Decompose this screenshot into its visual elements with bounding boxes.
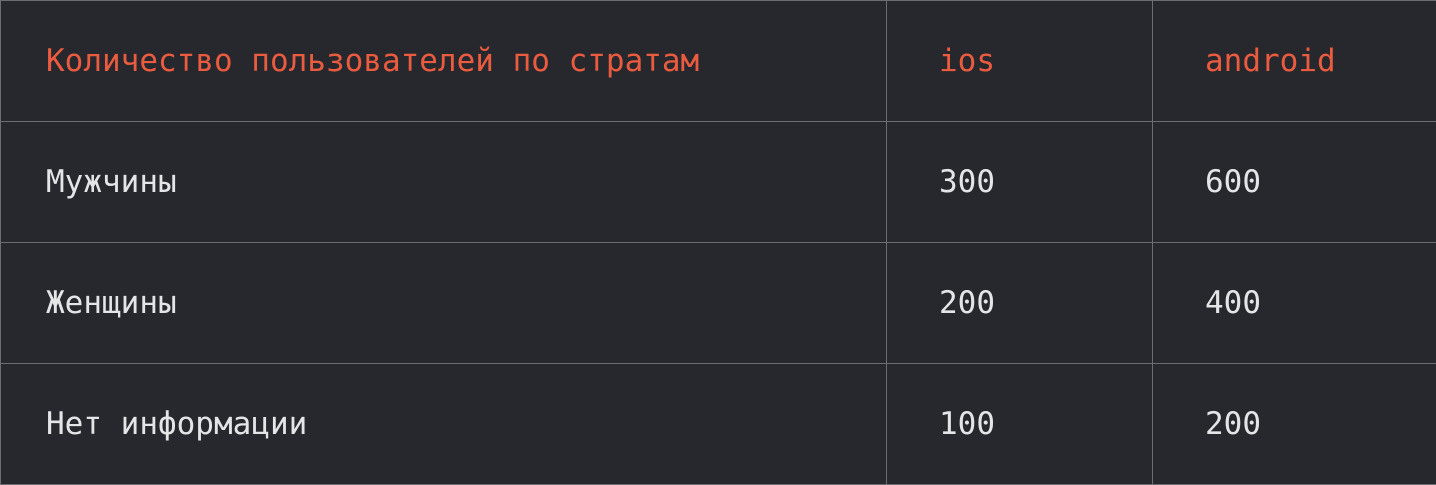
header-strata: Количество пользователей по стратам [1, 1, 887, 122]
users-by-strata-table: Количество пользователей по стратам ios … [0, 0, 1436, 485]
table-row: Мужчины 300 600 [1, 122, 1436, 243]
row-label: Нет информации [1, 364, 887, 485]
android-value: 200 [1153, 364, 1436, 485]
header-ios: ios [887, 1, 1153, 122]
android-value: 400 [1153, 243, 1436, 364]
row-label: Мужчины [1, 122, 887, 243]
header-row: Количество пользователей по стратам ios … [1, 1, 1436, 122]
header-android: android [1153, 1, 1436, 122]
table-row: Нет информации 100 200 [1, 364, 1436, 485]
row-label: Женщины [1, 243, 887, 364]
table-header: Количество пользователей по стратам ios … [1, 1, 1436, 122]
table-row: Женщины 200 400 [1, 243, 1436, 364]
table-body: Мужчины 300 600 Женщины 200 400 Нет инфо… [1, 122, 1436, 485]
strata-table-container: Количество пользователей по стратам ios … [0, 0, 1436, 484]
ios-value: 200 [887, 243, 1153, 364]
android-value: 600 [1153, 122, 1436, 243]
ios-value: 100 [887, 364, 1153, 485]
ios-value: 300 [887, 122, 1153, 243]
